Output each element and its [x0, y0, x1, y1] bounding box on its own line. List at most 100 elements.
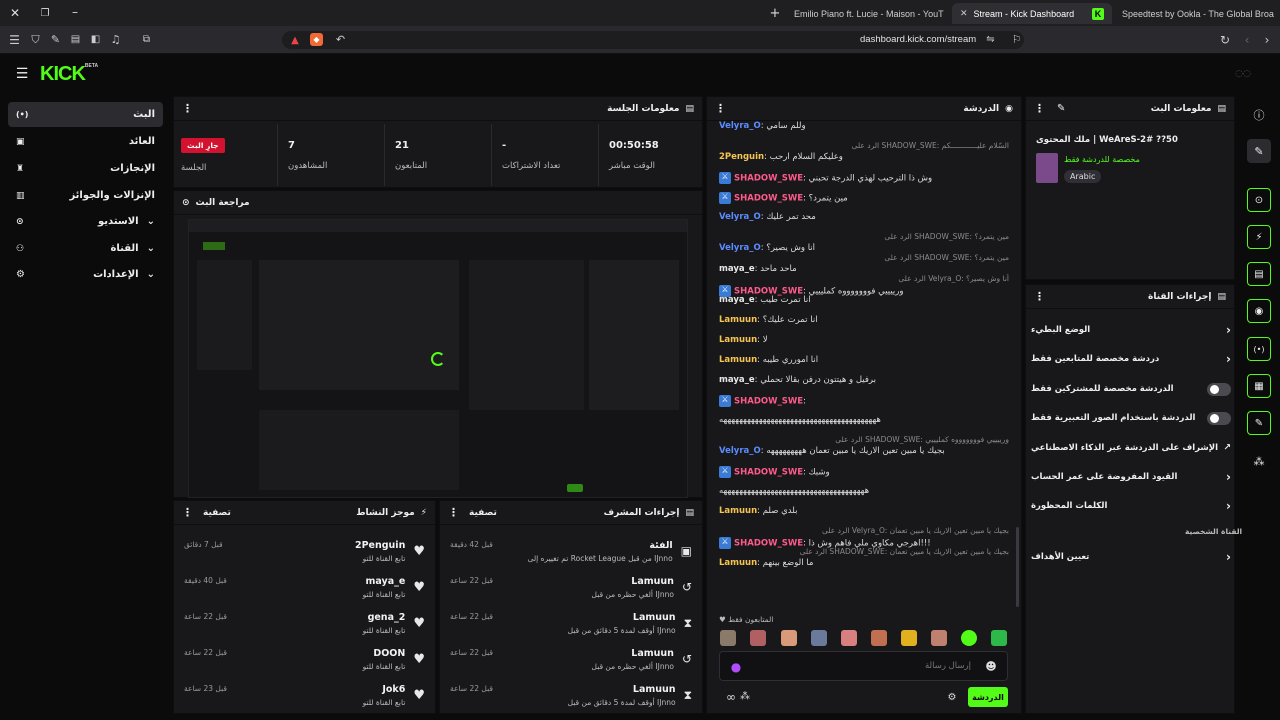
brave-shield-icon[interactable]: ◆ — [310, 33, 323, 46]
list-item[interactable]: قبل 22 ساعة Lamuun ألغي حظره من قبل IJnno… — [440, 641, 702, 677]
emote-icon[interactable] — [901, 630, 917, 646]
sidebar-item-achievements[interactable]: ♜ الإنجازات — [8, 156, 163, 181]
stream-video-preview[interactable] — [188, 219, 688, 498]
rail-layout-button[interactable]: ▦ — [1247, 374, 1271, 398]
rail-broadcast-button[interactable]: (•) — [1247, 337, 1271, 361]
chat-username[interactable]: SHADOW_SWE — [734, 468, 803, 478]
send-chat-button[interactable]: الدردشة — [968, 687, 1008, 707]
chat-username[interactable]: Lamuun — [719, 335, 757, 345]
chat-username[interactable]: maya_e — [719, 295, 755, 305]
more-options-icon[interactable]: ⋮ — [1034, 290, 1045, 303]
chat-username[interactable]: Velyra_O — [719, 212, 761, 222]
chat-username[interactable]: Velyra_O — [719, 446, 761, 456]
sidebar-item-drops[interactable]: ▥ الإنزالات والجوائز — [8, 183, 163, 208]
emote-icon[interactable] — [931, 630, 947, 646]
filter-button[interactable]: تصفية — [469, 508, 497, 518]
bookmark-icon[interactable]: ⚐ — [1010, 33, 1023, 46]
emoji-icon[interactable]: ☻ — [985, 660, 997, 673]
restore-window-icon[interactable]: ❐ — [38, 6, 52, 20]
puzzle-icon[interactable]: ✎ — [49, 33, 62, 46]
setting-goals[interactable]: تعيين الأهداف › — [1031, 545, 1231, 569]
minimize-window-icon[interactable]: – — [68, 5, 82, 19]
chat-message[interactable]: 2Penguin: وعليكم السلام ارحب — [719, 152, 1009, 162]
chat-username[interactable]: SHADOW_SWE — [734, 174, 803, 184]
more-options-icon[interactable]: ⋮ — [448, 506, 459, 519]
chat-username[interactable]: Velyra_O — [719, 121, 761, 131]
more-options-icon[interactable]: ⋮ — [715, 102, 726, 115]
browser-tab[interactable]: Emilio Piano ft. Lucie - Maison - YouT — [786, 3, 946, 24]
chat-username[interactable]: Lamuun — [719, 506, 757, 516]
chat-message[interactable]: Lamuun: ما الوضع بينهم — [719, 558, 1009, 568]
sidebar-item-channel[interactable]: ⚇ القناة ⌄ — [8, 236, 163, 261]
shield-icon[interactable]: ⛉ — [29, 33, 42, 46]
chat-message[interactable]: Velyra_O: محد تمر عليك — [719, 212, 1009, 222]
chat-message[interactable]: Velyra_O: بجيك يا مبين تعين الاريك يا مب… — [719, 446, 1009, 456]
emote-icon[interactable] — [871, 630, 887, 646]
forward-icon[interactable]: › — [1260, 33, 1274, 47]
rail-tools-button[interactable]: ✎ — [1247, 411, 1271, 435]
music-icon[interactable]: ♫ — [109, 33, 122, 46]
list-item[interactable]: قبل 7 دقائق 2Penguin تابع القناة للتو ♥ — [174, 533, 435, 569]
more-options-icon[interactable]: ⋮ — [182, 102, 193, 115]
setting-followers-only[interactable]: دردشة مخصصة للمتابعين فقط › — [1031, 347, 1231, 371]
list-item[interactable]: قبل 22 ساعة Lamuun ألغي حظره من قبل IJnno… — [440, 569, 702, 605]
chat-message[interactable]: ⚔ SHADOW_SWE: وشبك — [719, 466, 1009, 478]
setting-emotes-only[interactable]: الدردشة باستخدام الصور التعبيرية فقط — [1031, 406, 1231, 430]
chat-username[interactable]: 2Penguin — [719, 152, 764, 162]
info-icon[interactable]: ⓘ — [1252, 108, 1266, 122]
chat-username[interactable]: SHADOW_SWE — [734, 194, 803, 204]
chat-message[interactable]: هههههههههههههههههههههههههههههههههههههه — [719, 486, 1009, 496]
chat-message[interactable]: Lamuun: لا — [719, 335, 1009, 345]
subscribers-only-toggle[interactable] — [1207, 382, 1231, 396]
chat-message[interactable]: Velyra_O: وللّم سامي — [719, 121, 1009, 131]
list-item[interactable]: قبل 22 ساعة DOON تابع القناة للتو ♥ — [174, 641, 435, 677]
chat-message[interactable]: ⚔ SHADOW_SWE: وش ذا الترحيب لهذي الدرجة ت… — [719, 172, 1009, 184]
chat-message[interactable]: maya_e: ماحد ماحد — [719, 264, 1009, 274]
rail-chat-button[interactable]: ◉ — [1247, 299, 1271, 323]
back-icon[interactable]: ‹ — [1240, 33, 1254, 47]
infinity-icon[interactable]: ∞ — [724, 690, 738, 704]
sidebar-item-revenue[interactable]: ▣ العائد — [8, 129, 163, 154]
emote-icon[interactable] — [750, 630, 766, 646]
edit-layout-button[interactable]: ✎ — [1247, 139, 1271, 163]
new-tab-icon[interactable]: + — [768, 5, 782, 21]
browser-tab[interactable]: Speedtest by Ookla - The Global Broa — [1114, 3, 1280, 24]
emote-icon[interactable] — [781, 630, 797, 646]
chat-message[interactable]: maya_e: برفيل و هيتتون درفن بقالا تحملي — [719, 375, 1009, 385]
filter-button[interactable]: تصفية — [203, 508, 231, 518]
chat-username[interactable]: Lamuun — [719, 315, 757, 325]
chat-username[interactable]: Lamuun — [719, 355, 757, 365]
rail-document-button[interactable]: ▤ — [1247, 262, 1271, 286]
microphone-icon[interactable]: ● — [730, 660, 742, 674]
list-item[interactable]: قبل 22 ساعة Lamuun أوقف لمدة 5 دقائق من ق… — [440, 677, 702, 713]
chat-username[interactable]: SHADOW_SWE — [734, 397, 803, 407]
emote-icon[interactable] — [720, 630, 736, 646]
emote-icon[interactable] — [991, 630, 1007, 646]
sidebar-item-settings[interactable]: ⚙ الإعدادات ⌄ — [8, 262, 163, 287]
close-tab-icon[interactable]: ✕ — [960, 8, 968, 19]
emotes-only-toggle[interactable] — [1207, 411, 1231, 425]
list-item[interactable]: قبل 42 دقيقة الفئة تم تغييره إلى Rocket L… — [440, 533, 702, 569]
close-window-icon[interactable]: ✕ — [8, 6, 22, 20]
rail-camera-button[interactable]: ⊙ — [1247, 188, 1271, 212]
chat-message[interactable]: ⚔ SHADOW_SWE: مين يتمرد؟ — [719, 192, 1009, 204]
chat-message[interactable]: هههههههههههههههههههههههههههههههههههههههه… — [719, 415, 1009, 425]
setting-slow-mode[interactable]: الوضع البطيء › — [1031, 318, 1231, 342]
rail-bolt-button[interactable]: ⚡ — [1247, 225, 1271, 249]
setting-ai-moderation[interactable]: الإشراف على الدردشة عبر الذكاء الاصطناعي… — [1031, 436, 1231, 460]
setting-subscribers-only[interactable]: الدردشة مخصصة للمشتركين فقط — [1031, 377, 1231, 401]
chat-username[interactable]: Lamuun — [719, 558, 757, 568]
chat-scrollbar[interactable] — [1016, 527, 1019, 607]
emote-icon[interactable] — [811, 630, 827, 646]
list-item[interactable]: قبل 22 ساعة Lamuun أوقف لمدة 5 دقائق من ق… — [440, 605, 702, 641]
tune-icon[interactable]: ⇋ — [984, 33, 997, 46]
emote-icon[interactable] — [961, 630, 977, 646]
more-options-icon[interactable]: ⋮ — [1034, 102, 1045, 115]
kick-logo[interactable]: KICKBETA — [40, 63, 98, 86]
chat-message[interactable]: Lamuun: انا تمرت عليك؟ — [719, 315, 1009, 325]
chat-message[interactable]: ⚔ SHADOW_SWE: — [719, 395, 1009, 407]
sidebar-item-studio[interactable]: ⊙ الاستديو ⌄ — [8, 209, 163, 234]
sidebar-icon[interactable]: ◧ — [89, 33, 102, 46]
chat-message[interactable]: Lamuun: انا امورري طيبه — [719, 355, 1009, 365]
chat-input[interactable]: ● إرسال رسالة ☻ — [719, 651, 1008, 681]
